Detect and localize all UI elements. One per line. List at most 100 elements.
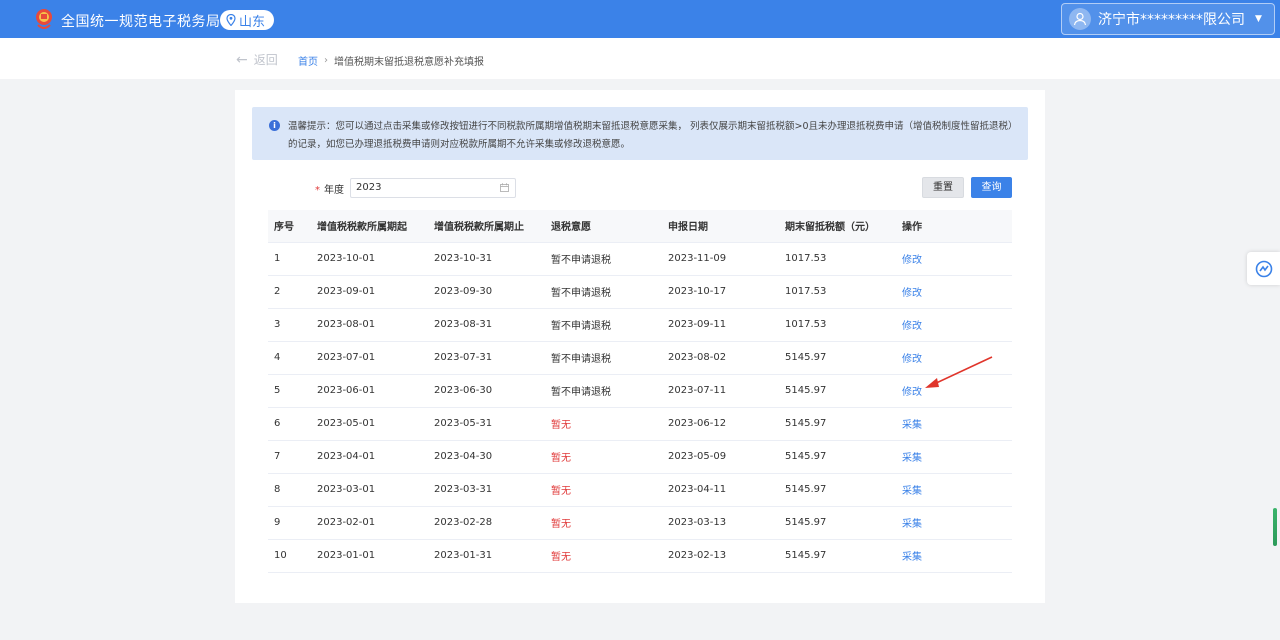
back-button[interactable]: ← 返回 <box>236 51 278 68</box>
year-value: 2023 <box>356 182 382 193</box>
region-switcher[interactable]: 山东 <box>220 10 275 30</box>
refund-intent-cell: 暂无 <box>551 552 571 563</box>
row-number-cell: 5 <box>274 385 281 396</box>
collect-link[interactable]: 采集 <box>902 420 922 431</box>
filing-date-cell: 2023-07-11 <box>668 385 727 396</box>
reset-button[interactable]: 重置 <box>922 177 964 198</box>
collect-link[interactable]: 采集 <box>902 486 922 497</box>
calendar-icon <box>500 183 509 192</box>
filing-date-cell: 2023-09-11 <box>668 319 727 330</box>
period-start-cell: 2023-01-01 <box>317 550 376 561</box>
table-row: 1 2023-10-01 2023-10-31 暂不申请退税 2023-11-09 101… <box>268 242 1012 275</box>
action-cell: 修改 <box>896 308 1012 341</box>
period-start-cell: 2023-06-01 <box>317 385 376 396</box>
period-start-cell: 2023-05-01 <box>317 418 376 429</box>
period-start-cell: 2023-03-01 <box>317 484 376 495</box>
year-label: * 年度 <box>315 181 344 196</box>
credit-amount-cell: 5145.97 <box>785 550 827 561</box>
table-row: 5 2023-06-01 2023-06-30 暂不申请退税 2023-07-11 514… <box>268 374 1012 407</box>
main-panel: i 温馨提示：您可以通过点击采集或修改按钮进行不同税款所属期增值税期末留抵退税意… <box>235 90 1045 603</box>
company-name: 济宁市*********限公司 <box>1098 12 1245 28</box>
breadcrumb-home[interactable]: 首页 <box>298 53 318 68</box>
user-account-menu[interactable]: 济宁市*********限公司 ▼ <box>1061 3 1275 35</box>
period-end-cell: 2023-06-30 <box>434 385 493 396</box>
year-picker[interactable]: 2023 <box>350 178 516 198</box>
credit-amount-cell: 5145.97 <box>785 451 827 462</box>
action-cell: 采集 <box>896 473 1012 506</box>
refund-intent-cell: 暂无 <box>551 453 571 464</box>
period-start-cell: 2023-04-01 <box>317 451 376 462</box>
row-number-cell: 9 <box>274 517 281 528</box>
action-cell: 采集 <box>896 407 1012 440</box>
edit-link[interactable]: 修改 <box>902 387 922 398</box>
credit-amount-cell: 1017.53 <box>785 319 827 330</box>
column-header: 增值税税款所属期起 <box>317 222 407 234</box>
collect-link[interactable]: 采集 <box>902 453 922 464</box>
refund-intent-cell: 暂不申请退税 <box>551 321 611 332</box>
floating-service-button[interactable] <box>1247 252 1280 285</box>
period-end-cell: 2023-02-28 <box>434 517 493 528</box>
edit-link[interactable]: 修改 <box>902 354 922 365</box>
period-start-cell: 2023-07-01 <box>317 352 376 363</box>
edit-link[interactable]: 修改 <box>902 255 922 266</box>
refund-intent-cell: 暂不申请退税 <box>551 255 611 266</box>
filing-date-cell: 2023-06-12 <box>668 418 727 429</box>
row-number-cell: 4 <box>274 352 281 363</box>
column-header: 序号 <box>274 222 294 234</box>
scrollbar-thumb[interactable] <box>1273 508 1277 546</box>
column-header: 申报日期 <box>668 222 708 234</box>
period-start-cell: 2023-10-01 <box>317 253 376 264</box>
table-header-row: 序号 增值税税款所属期起 增值税税款所属期止 退税意愿 申报日期 期末留抵税额（… <box>268 210 1012 242</box>
filing-date-cell: 2023-10-17 <box>668 286 727 297</box>
column-header: 增值税税款所属期止 <box>434 222 524 234</box>
collect-link[interactable]: 采集 <box>902 552 922 563</box>
back-label: 返回 <box>253 53 278 67</box>
credit-amount-cell: 5145.97 <box>785 418 827 429</box>
breadcrumb-current: 增值税期末留抵退税意愿补充填报 <box>334 57 484 68</box>
edit-link[interactable]: 修改 <box>902 288 922 299</box>
period-end-cell: 2023-03-31 <box>434 484 493 495</box>
refund-intent-cell: 暂不申请退税 <box>551 288 611 299</box>
action-cell: 采集 <box>896 539 1012 572</box>
refund-intent-cell: 暂不申请退税 <box>551 354 611 365</box>
edit-link[interactable]: 修改 <box>902 321 922 332</box>
filing-date-cell: 2023-08-02 <box>668 352 727 363</box>
column-header: 操作 <box>902 222 922 234</box>
notice-text: 温馨提示：您可以通过点击采集或修改按钮进行不同税款所属期增值税期末留抵退税意愿采… <box>288 121 1013 150</box>
table-row: 6 2023-05-01 2023-05-31 暂无 2023-06-12 5145.97… <box>268 407 1012 440</box>
row-number-cell: 7 <box>274 451 281 462</box>
table-row: 10 2023-01-01 2023-01-31 暂无 2023-02-13 5145.9… <box>268 539 1012 572</box>
refund-intent-table: 序号 增值税税款所属期起 增值税税款所属期止 退税意愿 申报日期 期末留抵税额（… <box>268 210 1012 573</box>
top-header: 全国统一规范电子税务局 山东 济宁市*********限公司 ▼ <box>0 0 1280 38</box>
query-button[interactable]: 查询 <box>971 177 1012 198</box>
action-cell: 采集 <box>896 440 1012 473</box>
table-row: 8 2023-03-01 2023-03-31 暂无 2023-04-11 5145.97… <box>268 473 1012 506</box>
row-number-cell: 10 <box>274 550 287 561</box>
column-header: 期末留抵税额（元） <box>785 222 875 234</box>
period-end-cell: 2023-01-31 <box>434 550 493 561</box>
row-number-cell: 3 <box>274 319 281 330</box>
period-end-cell: 2023-07-31 <box>434 352 493 363</box>
chevron-right-icon: › <box>324 55 328 66</box>
arrow-left-icon: ← <box>236 51 248 68</box>
filing-date-cell: 2023-02-13 <box>668 550 727 561</box>
sub-header: ← 返回 首页 › 增值税期末留抵退税意愿补充填报 <box>0 38 1280 79</box>
customer-service-icon <box>1255 260 1272 277</box>
year-label-text: 年度 <box>324 185 344 196</box>
refund-intent-cell: 暂无 <box>551 420 571 431</box>
table-row: 4 2023-07-01 2023-07-31 暂不申请退税 2023-08-02 514… <box>268 341 1012 374</box>
credit-amount-cell: 5145.97 <box>785 352 827 363</box>
table-row: 2 2023-09-01 2023-09-30 暂不申请退税 2023-10-17 101… <box>268 275 1012 308</box>
table-body: 1 2023-10-01 2023-10-31 暂不申请退税 2023-11-09 101… <box>268 242 1012 572</box>
required-mark: * <box>315 185 320 196</box>
row-number-cell: 1 <box>274 253 281 264</box>
action-cell: 修改 <box>896 242 1012 275</box>
table-row: 9 2023-02-01 2023-02-28 暂无 2023-03-13 5145.97… <box>268 506 1012 539</box>
action-cell: 采集 <box>896 506 1012 539</box>
avatar <box>1069 8 1091 30</box>
info-icon: i <box>269 120 280 131</box>
collect-link[interactable]: 采集 <box>902 519 922 530</box>
filing-date-cell: 2023-04-11 <box>668 484 727 495</box>
credit-amount-cell: 1017.53 <box>785 253 827 264</box>
user-icon <box>1073 12 1087 26</box>
